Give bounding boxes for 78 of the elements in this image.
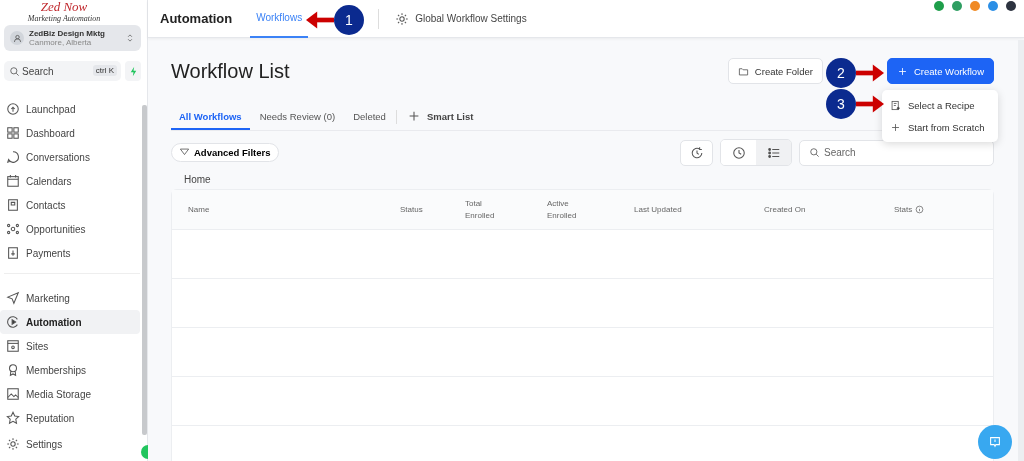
column-header: Active Enrolled xyxy=(547,197,577,222)
chevron-updown-icon xyxy=(125,33,135,43)
history-button[interactable] xyxy=(680,139,713,166)
smart-list-button[interactable]: Smart List xyxy=(398,104,482,130)
sidebar-item[interactable]: Launchpad xyxy=(0,97,140,121)
info-icon xyxy=(915,205,925,214)
sidebar-item[interactable]: Memberships xyxy=(0,358,140,382)
page-title: Workflow List xyxy=(171,59,290,83)
column-header: Total Enrolled xyxy=(465,197,495,222)
address-book-icon xyxy=(6,198,20,212)
tab[interactable]: Needs Review (0) xyxy=(251,104,344,130)
create-folder-button[interactable]: Create Folder xyxy=(727,58,823,84)
paper-plane-icon xyxy=(6,291,20,305)
menu-item[interactable]: Select a Recipe xyxy=(882,94,998,116)
grid-icon xyxy=(6,126,20,140)
column-header: Last Updated xyxy=(634,203,682,216)
settings-icon xyxy=(395,11,410,26)
search-icon xyxy=(9,66,20,77)
star-icon xyxy=(6,411,20,425)
plus-icon xyxy=(896,65,908,77)
ribbon-icon xyxy=(6,363,20,377)
settings-link[interactable]: Global Workflow Settings xyxy=(389,10,533,27)
play-circle-icon xyxy=(6,315,20,329)
sidebar-item[interactable]: Marketing xyxy=(0,286,140,310)
avatar-icon xyxy=(10,31,24,45)
column-header: Status xyxy=(400,203,423,216)
tab[interactable]: All Workflows xyxy=(171,104,250,130)
arrow xyxy=(856,63,884,83)
filter-icon xyxy=(179,147,190,158)
sidebar-item[interactable]: Settings xyxy=(0,432,140,456)
arrow xyxy=(306,10,334,30)
logo-wordmark: Zed Now xyxy=(40,0,88,14)
search-field[interactable]: Search xyxy=(799,139,994,166)
view-button[interactable] xyxy=(721,140,756,165)
document-icon xyxy=(890,99,901,111)
search-icon xyxy=(809,146,820,158)
sidebar-item[interactable]: Contacts xyxy=(0,193,140,217)
filter-button[interactable]: Advanced Filters xyxy=(171,143,279,162)
sidebar-item[interactable]: Conversations xyxy=(0,145,140,169)
column-header: Created On xyxy=(764,203,806,216)
arrow xyxy=(856,94,884,114)
sidebar-item[interactable]: Automation xyxy=(0,310,140,334)
shortcut-hint: ctrl K xyxy=(92,65,117,76)
avatar-circle[interactable] xyxy=(1006,1,1016,11)
sidebar-item[interactable]: Payments xyxy=(0,241,140,265)
image-icon xyxy=(6,387,20,401)
sidebar-item[interactable]: Calendars xyxy=(0,169,140,193)
page-heading: Automation xyxy=(160,11,233,26)
clock-icon xyxy=(731,145,746,160)
folder-icon xyxy=(737,65,749,77)
menu-item[interactable]: Start from Scratch xyxy=(882,116,998,138)
dots-icon xyxy=(6,222,20,236)
plus-icon xyxy=(890,121,901,133)
view-button[interactable] xyxy=(756,140,791,165)
tab[interactable]: Deleted xyxy=(345,104,394,130)
account-switcher[interactable]: ZedBiz Design Mktg Canmore, Alberta xyxy=(4,25,141,51)
sidebar-item[interactable]: Sites xyxy=(0,334,140,358)
create-workflow-button[interactable]: Create Workflow xyxy=(886,58,994,84)
calendar-icon xyxy=(6,174,20,188)
account-name: ZedBiz Design Mktg xyxy=(29,29,106,38)
list-icon xyxy=(766,145,781,160)
sidebar-item[interactable]: Media Storage xyxy=(0,382,140,406)
settings-icon xyxy=(6,437,20,451)
account-location: Canmore, Alberta xyxy=(29,38,93,47)
column-header: Name xyxy=(188,203,210,216)
sidebar-item[interactable]: Opportunities xyxy=(0,217,140,241)
feedback-icon xyxy=(988,435,1002,449)
breadcrumb: Home xyxy=(184,174,212,185)
feedback-button[interactable] xyxy=(978,425,1012,459)
quick-action-button[interactable] xyxy=(125,61,141,81)
logo-tagline: Marketing Automation xyxy=(27,14,101,23)
scrollbar[interactable] xyxy=(142,105,147,435)
history-icon xyxy=(689,145,704,160)
nav-tab[interactable]: Workflows xyxy=(250,0,309,38)
sidebar-item[interactable]: Reputation xyxy=(0,406,140,430)
browser-window-icon xyxy=(6,339,20,353)
sidebar-item[interactable]: Dashboard xyxy=(0,121,140,145)
column-header: Stats xyxy=(894,203,913,216)
